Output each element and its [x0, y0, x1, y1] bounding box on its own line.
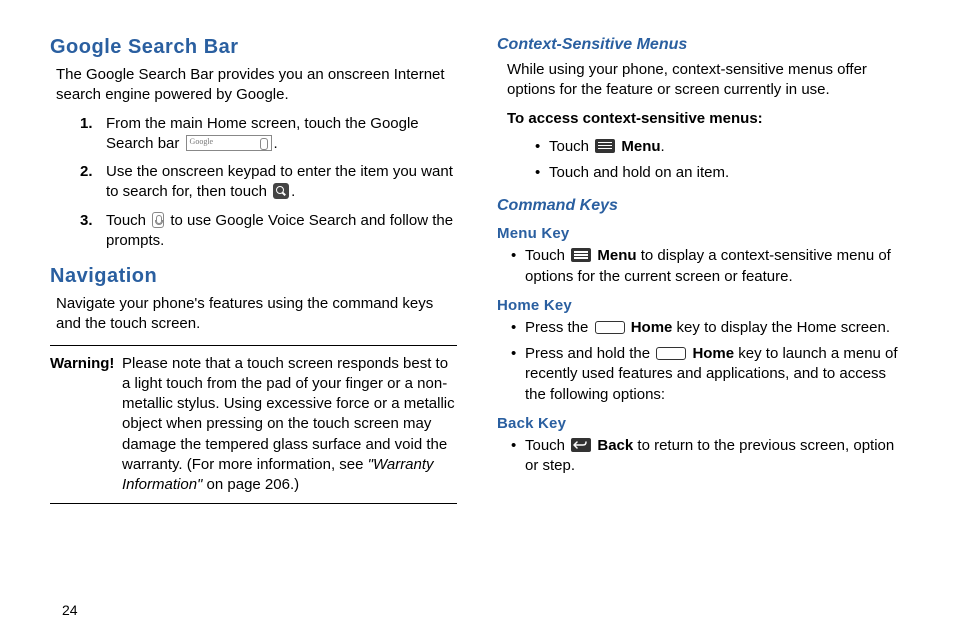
step-2-text-end: .: [291, 183, 295, 200]
warning-label: Warning!: [50, 354, 118, 496]
microphone-icon: [152, 212, 164, 228]
heading-menu-key: Menu Key: [497, 225, 904, 242]
context-bullets: Touch Menu. Touch and hold on an item.: [535, 137, 904, 184]
left-column: Google Search Bar The Google Search Bar …: [50, 36, 457, 504]
step-2: 2. Use the onscreen keypad to enter the …: [80, 162, 457, 203]
right-column: Context-Sensitive Menus While using your…: [497, 36, 904, 504]
ctx-b1-menu: Menu: [621, 138, 660, 155]
step-1: 1. From the main Home screen, touch the …: [80, 114, 457, 155]
ctx-b1-b: .: [661, 138, 665, 155]
menu-key-bullets: Touch Menu to display a context-sensitiv…: [511, 246, 904, 287]
google-steps-list: 1. From the main Home screen, touch the …: [80, 114, 457, 252]
step-1-text-end: .: [274, 135, 278, 152]
ctx-b1-a: Touch: [549, 138, 593, 155]
heading-navigation: Navigation: [50, 265, 457, 288]
home-key-bullet-1: Press the Home key to display the Home s…: [511, 318, 904, 338]
context-bullet-1: Touch Menu.: [535, 137, 904, 157]
warning-block: Warning! Please note that a touch screen…: [50, 345, 457, 505]
menu-icon: [595, 139, 615, 153]
navigation-intro-text: Navigate your phone's features using the…: [56, 294, 457, 335]
back-b1-back: Back: [597, 437, 633, 454]
context-intro-text: While using your phone, context-sensitiv…: [507, 60, 904, 101]
menu-b1-menu: Menu: [597, 247, 636, 264]
menu-key-bullet-1: Touch Menu to display a context-sensitiv…: [511, 246, 904, 287]
context-bullet-2: Touch and hold on an item.: [535, 163, 904, 183]
step-number: 1.: [80, 114, 106, 155]
heading-home-key: Home Key: [497, 297, 904, 314]
heading-command-keys: Command Keys: [497, 197, 904, 215]
google-intro-text: The Google Search Bar provides you an on…: [56, 65, 457, 106]
page-number: 24: [62, 602, 78, 618]
heading-google-search-bar: Google Search Bar: [50, 36, 457, 59]
context-access-label: To access context-sensitive menus:: [507, 109, 904, 129]
heading-back-key: Back Key: [497, 415, 904, 432]
home-key-bullets: Press the Home key to display the Home s…: [511, 318, 904, 405]
home-key-bullet-2: Press and hold the Home key to launch a …: [511, 344, 904, 405]
step-3: 3. Touch to use Google Voice Search and …: [80, 211, 457, 252]
warning-text-b: on page 206.): [202, 476, 299, 493]
home-b2-home: Home: [692, 345, 734, 362]
step-number: 2.: [80, 162, 106, 203]
home-b1-home: Home: [631, 319, 673, 336]
search-icon: [273, 183, 289, 199]
google-search-bar-icon: [186, 135, 272, 151]
back-b1-a: Touch: [525, 437, 569, 454]
menu-b1-a: Touch: [525, 247, 569, 264]
back-key-bullets: Touch Back to return to the previous scr…: [511, 436, 904, 477]
home-b1-b: key to display the Home screen.: [672, 319, 890, 336]
home-b2-a: Press and hold the: [525, 345, 654, 362]
home-b1-a: Press the: [525, 319, 593, 336]
step-3-text: Touch: [106, 212, 150, 229]
heading-context-menus: Context-Sensitive Menus: [497, 36, 904, 54]
home-key-icon: [595, 321, 625, 334]
step-number: 3.: [80, 211, 106, 252]
back-icon: [571, 438, 591, 452]
back-key-bullet-1: Touch Back to return to the previous scr…: [511, 436, 904, 477]
menu-icon: [571, 248, 591, 262]
home-key-icon: [656, 347, 686, 360]
